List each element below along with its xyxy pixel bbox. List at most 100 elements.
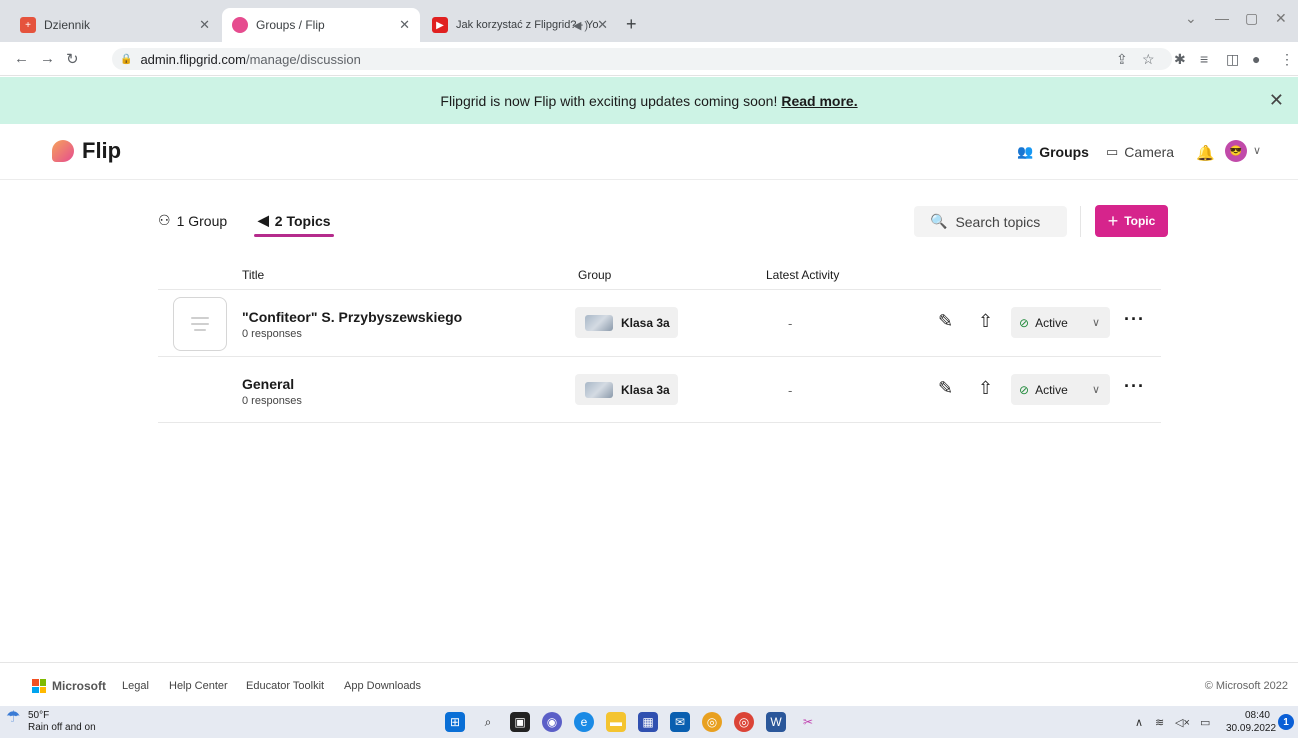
status-label: Active — [1035, 315, 1068, 330]
status-dropdown[interactable]: ⊘ Active ∨ — [1011, 374, 1110, 405]
footer-link-educator-toolkit[interactable]: Educator Toolkit — [246, 680, 324, 692]
banner-close-icon[interactable]: ✕ — [1269, 90, 1284, 111]
menu-dots-icon[interactable]: ⋮ — [1280, 51, 1294, 68]
group-chip[interactable]: Klasa 3a — [575, 307, 678, 338]
topic-responses: 0 responses — [242, 395, 302, 407]
file-explorer-icon[interactable]: ▬ — [606, 712, 626, 732]
tab-topics[interactable]: ◀ 2 Topics — [258, 212, 331, 229]
task-view-icon[interactable]: ▣ — [510, 712, 530, 732]
group-image — [585, 381, 613, 398]
minimize-icon[interactable]: — — [1215, 10, 1229, 26]
notification-badge[interactable]: 1 — [1278, 714, 1294, 730]
forward-arrow-icon[interactable]: → — [40, 50, 55, 67]
tab-groups[interactable]: ⚇ 1 Group — [158, 212, 227, 229]
wifi-icon[interactable]: ≋ — [1155, 716, 1164, 729]
notifications-bell-icon[interactable]: 🔔 — [1196, 144, 1215, 162]
table-row[interactable]: "Confiteor" S. Przybyszewskiego 0 respon… — [158, 289, 1161, 356]
more-options-icon[interactable]: ··· — [1124, 309, 1145, 330]
camera-icon: ▭ — [1106, 144, 1119, 159]
microsoft-logo-icon — [32, 679, 46, 693]
tab-close-icon[interactable]: ✕ — [199, 17, 210, 33]
topic-title[interactable]: General — [242, 376, 294, 392]
chevron-down-icon: ∨ — [1091, 317, 1100, 329]
search-topics-input[interactable]: 🔍 Search topics — [914, 206, 1067, 237]
reading-list-icon[interactable]: ≡ — [1200, 51, 1208, 67]
mail-icon[interactable]: ✉ — [670, 712, 690, 732]
topic-title[interactable]: "Confiteor" S. Przybyszewskiego — [242, 309, 462, 325]
bookmark-star-icon[interactable]: ☆ — [1142, 51, 1155, 68]
share-upload-icon[interactable]: ⇧ — [978, 311, 993, 332]
topic-thumbnail-icon — [173, 297, 227, 351]
more-options-icon[interactable]: ··· — [1124, 376, 1145, 397]
search-icon[interactable]: ⌕ — [478, 712, 498, 732]
url-field[interactable]: 🔒 admin.flipgrid.com/manage/discussion — [112, 48, 1172, 70]
battery-icon[interactable]: ▭ — [1200, 716, 1210, 729]
window-close-icon[interactable]: ✕ — [1275, 10, 1287, 27]
chrome-canary-icon[interactable]: ◎ — [702, 712, 722, 732]
footer-link-app-downloads[interactable]: App Downloads — [344, 680, 421, 692]
column-header-group: Group — [578, 268, 612, 282]
windows-start-icon[interactable]: ⊞ — [445, 712, 465, 732]
back-arrow-icon[interactable]: ← — [14, 50, 29, 67]
restore-icon[interactable]: ▢ — [1245, 10, 1258, 27]
share-icon[interactable]: ⇪ — [1116, 51, 1128, 68]
new-tab-plus-icon[interactable]: + — [626, 14, 637, 35]
nav-camera[interactable]: ▭ Camera — [1106, 144, 1174, 160]
footer-link-legal[interactable]: Legal — [122, 680, 149, 692]
banner-read-more-link[interactable]: Read more. — [781, 93, 857, 109]
flip-logo[interactable]: Flip — [52, 138, 121, 164]
tab-close-icon[interactable]: ✕ — [597, 17, 608, 33]
page-footer: Microsoft Legal Help Center Educator Too… — [0, 662, 1298, 706]
group-chip[interactable]: Klasa 3a — [575, 374, 678, 405]
group-name: Klasa 3a — [621, 315, 670, 330]
clock[interactable]: 08:40 30.09.2022 — [1226, 709, 1276, 735]
store-icon[interactable]: ▦ — [638, 712, 658, 732]
chrome-icon[interactable]: ◎ — [734, 712, 754, 732]
tab-dziennik[interactable]: + Dziennik ✕ — [10, 8, 220, 42]
group-image — [585, 314, 613, 331]
check-circle-icon: ⊘ — [1019, 382, 1030, 397]
rain-cloud-icon: ☂ — [6, 709, 21, 726]
status-dropdown[interactable]: ⊘ Active ∨ — [1011, 307, 1110, 338]
account-chevron-down-icon[interactable]: ∨ — [1253, 144, 1261, 157]
tab-search-chevron-icon[interactable]: ⌄ — [1185, 10, 1197, 27]
nav-groups-label: Groups — [1039, 144, 1089, 160]
tab-youtube[interactable]: ▶ Jak korzystać z Flipgrid? - Yo ◀ ) ✕ — [422, 8, 618, 42]
side-panel-icon[interactable]: ◫ — [1226, 51, 1239, 68]
weather-widget[interactable]: ☂ 50°F Rain off and on — [6, 710, 96, 734]
edit-pencil-icon[interactable]: ✎ — [938, 311, 953, 332]
extensions-puzzle-icon[interactable]: ✱ — [1174, 51, 1186, 68]
tab-title: Dziennik — [44, 18, 91, 32]
active-tab-indicator — [254, 234, 334, 237]
word-icon[interactable]: W — [766, 712, 786, 732]
nav-groups[interactable]: 👥 Groups — [1017, 144, 1089, 160]
tray-chevron-up-icon[interactable]: ∧ — [1135, 716, 1143, 729]
tab-groups-flip[interactable]: Groups / Flip ✕ — [222, 8, 420, 42]
edge-icon[interactable]: e — [574, 712, 594, 732]
avatar[interactable]: 😎 — [1225, 140, 1247, 162]
tab-close-icon[interactable]: ✕ — [399, 17, 410, 33]
reload-icon[interactable]: ↻ — [66, 50, 79, 68]
profile-icon[interactable]: ● — [1252, 51, 1260, 67]
chevron-down-icon: ∨ — [1091, 384, 1100, 396]
topic-responses: 0 responses — [242, 328, 302, 340]
volume-muted-icon[interactable]: ◁× — [1175, 716, 1190, 729]
chat-icon[interactable]: ◉ — [542, 712, 562, 732]
logo-text: Flip — [82, 138, 122, 163]
speaker-muted-icon[interactable]: ◀ ) — [573, 19, 588, 32]
copyright: © Microsoft 2022 — [1204, 680, 1288, 692]
column-header-title: Title — [242, 268, 265, 282]
weather-desc: Rain off and on — [28, 722, 96, 733]
snipping-tool-icon[interactable]: ✂ — [798, 712, 818, 732]
group-icon: ⚇ — [158, 212, 171, 228]
edit-pencil-icon[interactable]: ✎ — [938, 378, 953, 399]
weather-temp: 50°F — [28, 710, 50, 721]
table-row[interactable]: General 0 responses Klasa 3a - ✎ ⇧ ⊘ Act… — [158, 356, 1161, 423]
microsoft-logo[interactable]: Microsoft — [32, 679, 106, 693]
flip-favicon-icon — [232, 17, 248, 33]
status-label: Active — [1035, 382, 1068, 397]
share-upload-icon[interactable]: ⇧ — [978, 378, 993, 399]
add-topic-button[interactable]: + Topic — [1095, 205, 1168, 237]
footer-link-help-center[interactable]: Help Center — [169, 680, 228, 692]
column-header-latest-activity: Latest Activity — [766, 268, 840, 282]
